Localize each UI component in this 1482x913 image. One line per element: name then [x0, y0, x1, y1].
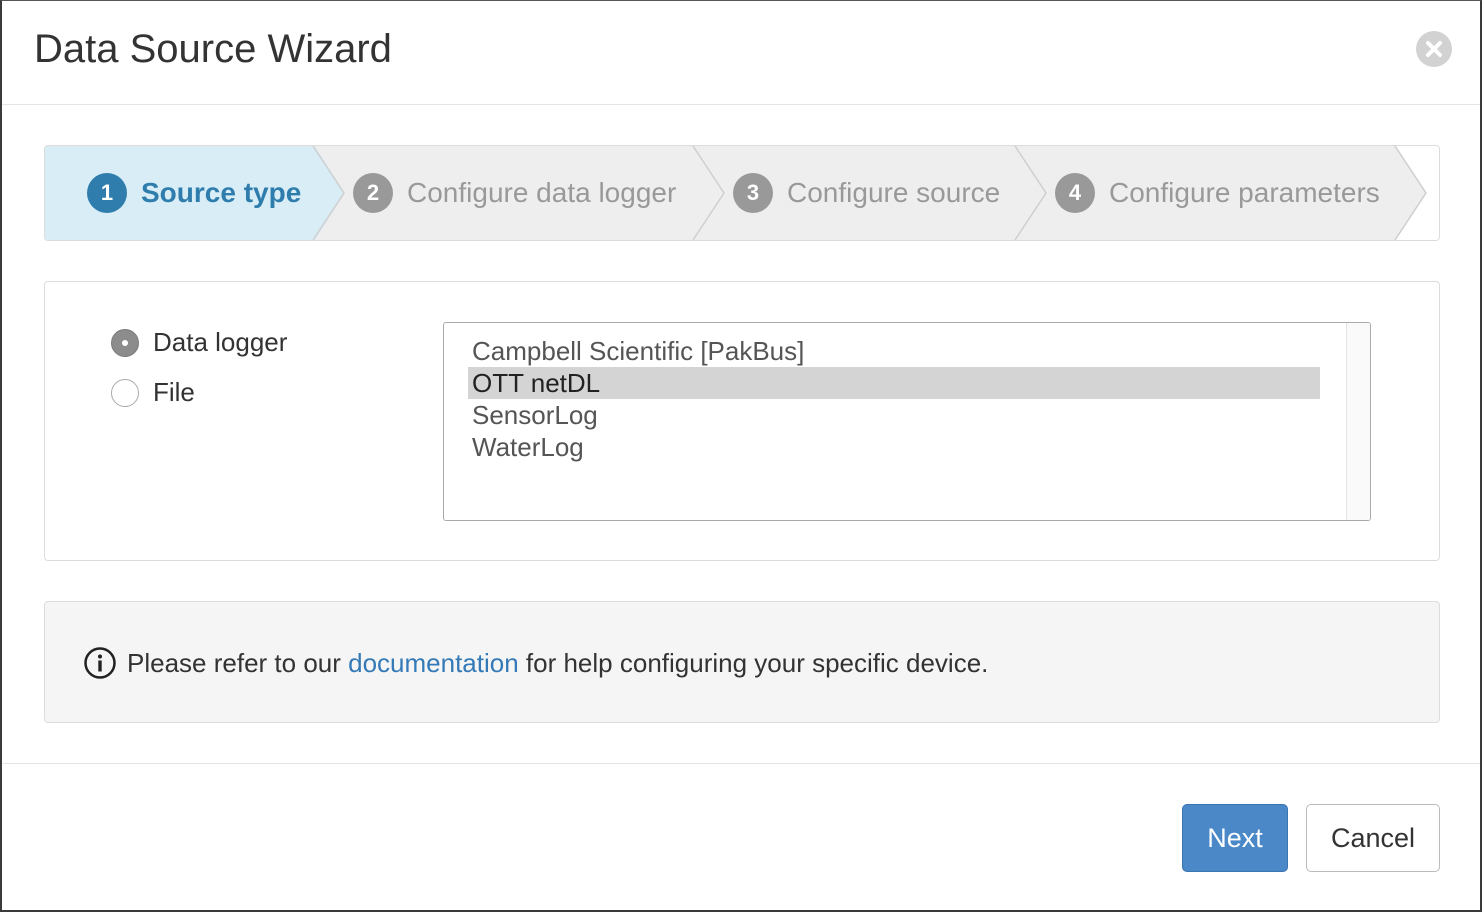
step-number: 4	[1055, 173, 1095, 213]
step-label: Source type	[141, 177, 302, 208]
radio-label: File	[153, 377, 195, 407]
info-message: Please refer to our documentation for he…	[83, 646, 988, 680]
info-text-prefix: Please refer to our	[127, 647, 349, 678]
radio-button[interactable]	[111, 378, 139, 407]
step-configure-data-logger[interactable]: 2 Configure data logger	[353, 146, 676, 240]
dialog-header: Data Source Wizard	[2, 1, 1480, 105]
step-number: 1	[87, 173, 127, 213]
step-source-type[interactable]: 1 Source type	[87, 146, 301, 240]
radio-data-logger[interactable]: Data logger	[111, 327, 287, 358]
close-button[interactable]	[1416, 31, 1452, 67]
info-text-suffix: for help configuring your specific devic…	[518, 647, 989, 678]
close-icon	[1426, 41, 1442, 57]
radio-button-checked[interactable]	[111, 328, 139, 357]
step-configure-source[interactable]: 3 Configure source	[733, 146, 1000, 240]
dialog-footer: Next Cancel	[2, 763, 1480, 913]
radio-file[interactable]: File	[111, 377, 195, 408]
step-label: Configure source	[787, 177, 1001, 208]
data-source-wizard-dialog: Data Source Wizard 1 Source type 2 Confi…	[0, 0, 1482, 912]
dialog-title: Data Source Wizard	[34, 27, 392, 71]
step-number: 2	[353, 173, 393, 213]
list-item[interactable]: Campbell Scientific [PakBus]	[468, 335, 1320, 367]
list-item[interactable]: WaterLog	[468, 431, 1320, 463]
wizard-stepper: 1 Source type 2 Configure data logger 3 …	[44, 145, 1440, 241]
data-logger-listbox[interactable]: Campbell Scientific [PakBus] OTT netDL S…	[443, 322, 1371, 521]
documentation-link[interactable]: documentation	[348, 648, 519, 679]
step-number: 3	[733, 173, 773, 213]
list-item-selected[interactable]: OTT netDL	[468, 367, 1320, 399]
step-label: Configure data logger	[407, 177, 677, 208]
info-panel: Please refer to our documentation for he…	[44, 601, 1440, 723]
next-button[interactable]: Next	[1182, 804, 1288, 872]
cancel-button[interactable]: Cancel	[1306, 804, 1440, 872]
list-item[interactable]: SensorLog	[468, 399, 1320, 431]
source-type-panel: Data logger File Campbell Scientific [Pa…	[44, 281, 1440, 561]
step-configure-parameters[interactable]: 4 Configure parameters	[1055, 146, 1380, 240]
step-label: Configure parameters	[1109, 177, 1380, 208]
listbox-scrollbar[interactable]	[1346, 323, 1370, 520]
info-icon	[84, 647, 116, 679]
radio-label: Data logger	[153, 327, 288, 357]
